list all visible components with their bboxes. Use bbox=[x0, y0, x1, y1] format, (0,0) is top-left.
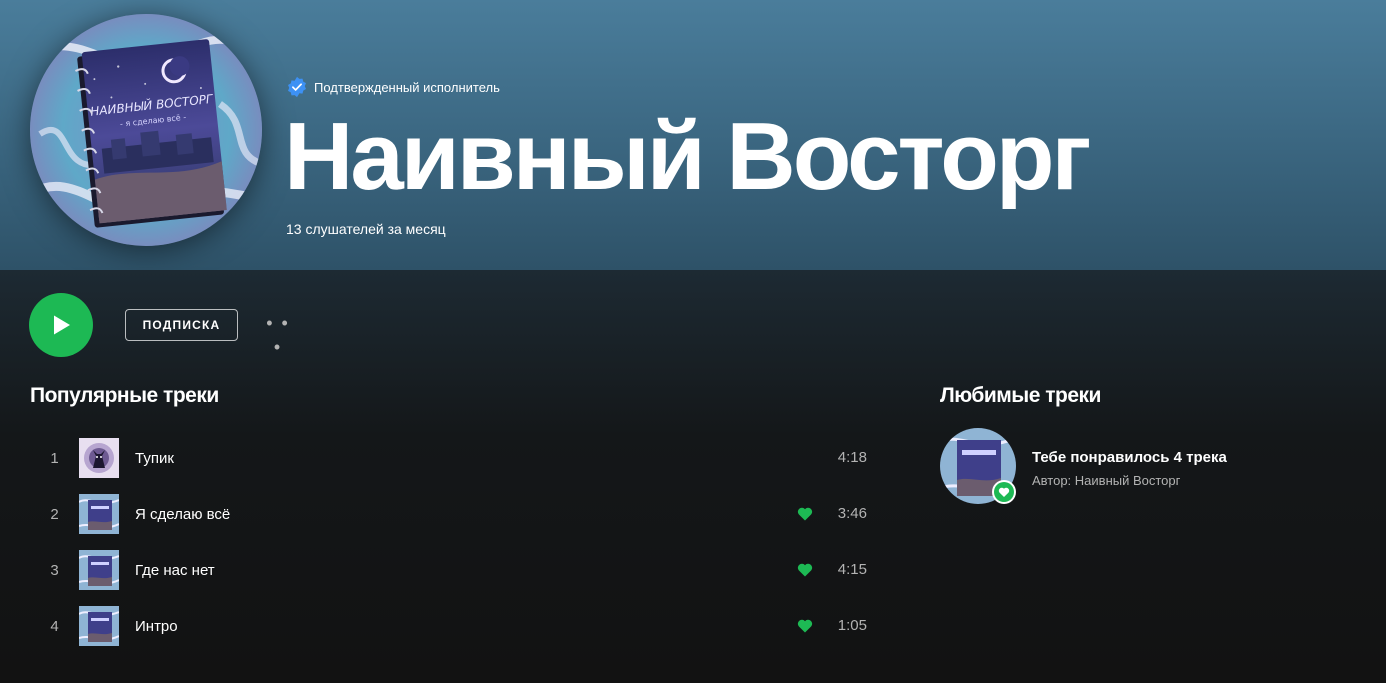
popular-tracks-title: Популярные треки bbox=[30, 384, 219, 407]
popular-tracks-list: 1 Тупик 4:18 2 Я сделаю всё 3:46 3 Где н… bbox=[30, 430, 880, 654]
track-row[interactable]: 3 Где нас нет 4:15 bbox=[30, 542, 880, 598]
album-art-notebook-icon: НАИВНЫЙ ВОСТОРГ - я сделаю всё - bbox=[30, 14, 262, 246]
track-row[interactable]: 4 Интро 1:05 bbox=[30, 598, 880, 654]
more-options-button[interactable]: • • • bbox=[262, 311, 294, 357]
track-number: 1 bbox=[50, 449, 59, 467]
track-duration: 4:15 bbox=[837, 561, 867, 578]
track-cover-notebook bbox=[79, 606, 119, 646]
liked-tracks-count[interactable]: Тебе понравилось 4 трека bbox=[1032, 449, 1227, 466]
liked-tracks-title: Любимые треки bbox=[940, 384, 1101, 407]
liked-tracks-author: Автор: Наивный Восторг bbox=[1032, 473, 1181, 488]
liked-heart-icon[interactable] bbox=[797, 506, 813, 522]
track-number: 2 bbox=[50, 505, 59, 523]
artist-name: Наивный Восторг bbox=[284, 103, 1092, 210]
track-row[interactable]: 1 Тупик 4:18 bbox=[30, 430, 880, 486]
track-cover-notebook bbox=[79, 494, 119, 534]
play-icon bbox=[54, 315, 70, 335]
verified-label: Подтвержденный исполнитель bbox=[314, 79, 500, 95]
track-duration: 4:18 bbox=[837, 449, 867, 466]
liked-badge bbox=[992, 480, 1016, 504]
artist-header: НАИВНЫЙ ВОСТОРГ - я сделаю всё - Подтвер… bbox=[0, 0, 1386, 270]
artist-content: ПОДПИСКА • • • Популярные треки 1 Тупик … bbox=[0, 270, 1386, 683]
track-duration: 3:46 bbox=[837, 505, 867, 522]
track-title[interactable]: Я сделаю всё bbox=[135, 506, 230, 523]
track-row[interactable]: 2 Я сделаю всё 3:46 bbox=[30, 486, 880, 542]
track-title[interactable]: Где нас нет bbox=[135, 562, 215, 579]
track-cover-notebook bbox=[79, 550, 119, 590]
liked-heart-icon[interactable] bbox=[797, 562, 813, 578]
track-cover-dark-figure bbox=[79, 438, 119, 478]
track-duration: 1:05 bbox=[837, 617, 867, 634]
verified-row: Подтвержденный исполнитель bbox=[286, 76, 500, 98]
monthly-listeners: 13 слушателей за месяц bbox=[286, 221, 446, 237]
liked-tracks-card[interactable]: Тебе понравилось 4 трека Автор: Наивный … bbox=[940, 428, 1360, 508]
follow-button[interactable]: ПОДПИСКА bbox=[125, 309, 238, 341]
track-number: 4 bbox=[50, 617, 59, 635]
verified-badge-icon bbox=[286, 76, 308, 98]
track-title[interactable]: Интро bbox=[135, 618, 178, 635]
artist-avatar: НАИВНЫЙ ВОСТОРГ - я сделаю всё - bbox=[30, 14, 262, 246]
liked-heart-icon[interactable] bbox=[797, 618, 813, 634]
heart-badge-icon bbox=[994, 482, 1014, 502]
track-title[interactable]: Тупик bbox=[135, 450, 174, 467]
track-number: 3 bbox=[50, 561, 59, 579]
play-button[interactable] bbox=[29, 293, 93, 357]
